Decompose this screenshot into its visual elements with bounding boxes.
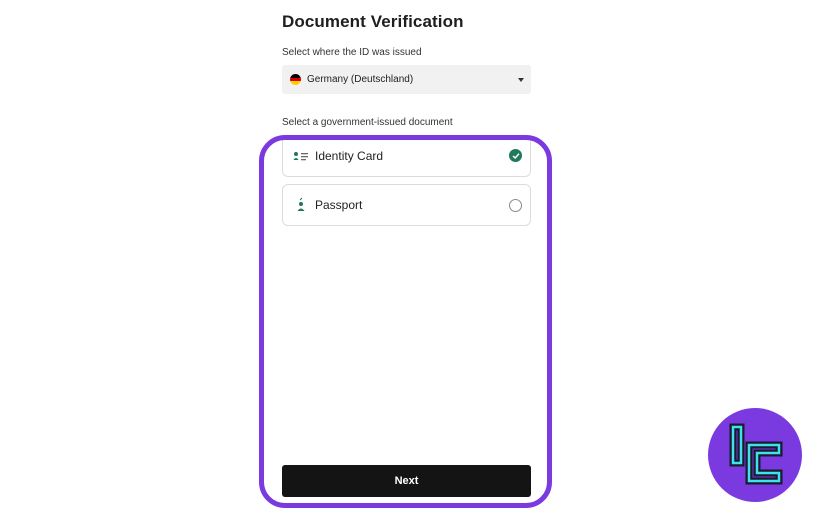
country-label: Select where the ID was issued [282, 47, 422, 58]
page-title: Document Verification [282, 12, 464, 31]
tc-brand-logo-icon [708, 408, 802, 502]
next-button[interactable]: Next [282, 465, 531, 497]
country-select-value: Germany (Deutschland) [307, 74, 414, 85]
chevron-down-icon [518, 78, 524, 82]
highlight-frame [259, 135, 552, 508]
germany-flag-icon [290, 74, 301, 85]
country-select[interactable]: Germany (Deutschland) [282, 65, 531, 94]
document-label: Select a government-issued document [282, 117, 453, 128]
